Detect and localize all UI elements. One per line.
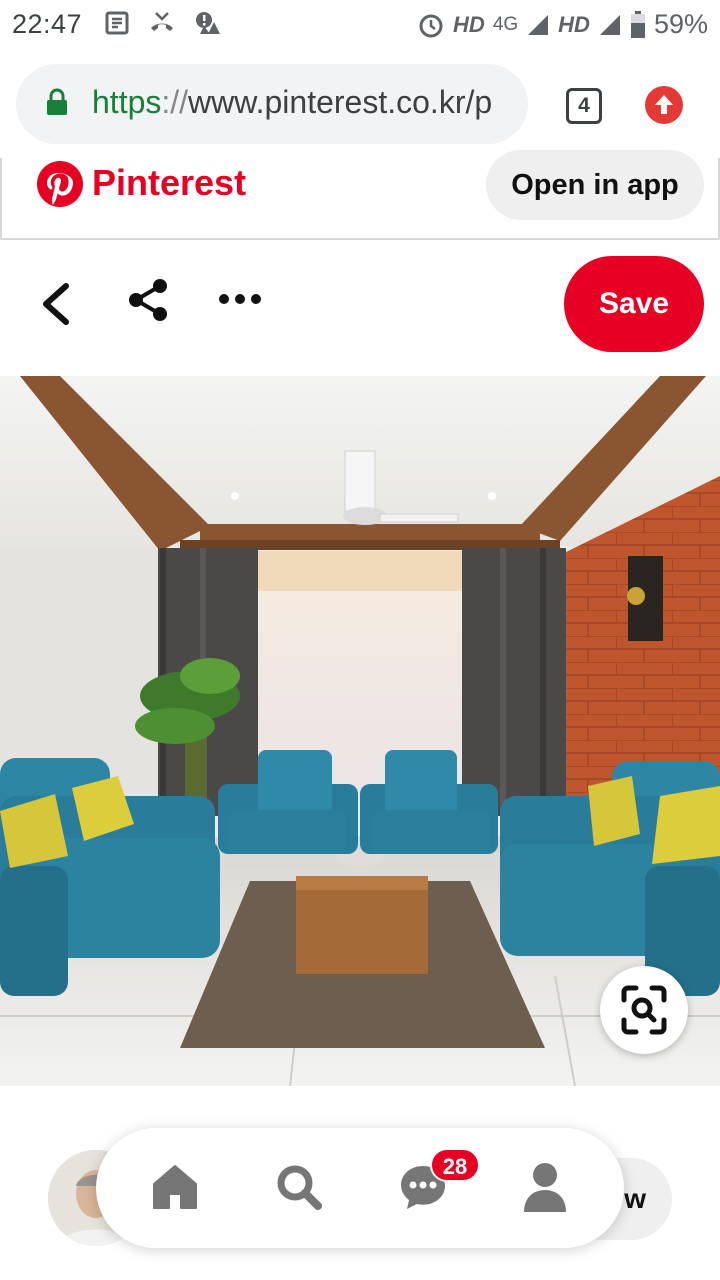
profile-icon[interactable] bbox=[522, 1162, 568, 1212]
network-label-1: HD bbox=[453, 11, 485, 37]
status-time: 22:47 bbox=[12, 9, 83, 39]
battery-icon bbox=[630, 10, 645, 38]
signal-icon bbox=[599, 14, 620, 35]
bottom-nav bbox=[96, 1128, 624, 1248]
visual-search-icon bbox=[621, 985, 667, 1035]
url-scheme: https bbox=[92, 84, 162, 120]
more-icon[interactable] bbox=[218, 292, 262, 306]
status-bar: 22:47 HD 4G HD 59% bbox=[0, 0, 720, 50]
browser-toolbar: https://www.pinterest.co.kr/p 4 bbox=[0, 50, 720, 158]
notification-icons bbox=[104, 10, 222, 36]
battery-percent: 59% bbox=[653, 9, 708, 39]
visual-search-button[interactable] bbox=[600, 966, 688, 1054]
upload-button[interactable] bbox=[645, 86, 683, 124]
network-label-2: HD bbox=[558, 11, 590, 37]
search-icon[interactable] bbox=[274, 1162, 324, 1212]
app-notification-icon bbox=[196, 12, 220, 34]
pinterest-mobile-page: 22:47 HD 4G HD 59% https://www.pinterest… bbox=[0, 0, 720, 1280]
status-right: HD 4G HD 59% bbox=[417, 9, 708, 40]
save-button[interactable]: Save bbox=[564, 256, 704, 352]
url-field[interactable]: https://www.pinterest.co.kr/p bbox=[16, 64, 528, 144]
pinterest-logo-icon bbox=[37, 161, 83, 207]
url-separator: :// bbox=[161, 84, 189, 120]
notification-badge: 28 bbox=[430, 1148, 480, 1182]
home-icon[interactable] bbox=[150, 1162, 200, 1212]
pin-action-bar: Save bbox=[0, 240, 720, 376]
back-icon[interactable] bbox=[38, 282, 74, 326]
share-icon[interactable] bbox=[126, 278, 170, 322]
pinterest-header: Pinterest Open in app bbox=[0, 150, 720, 240]
open-in-app-button[interactable]: Open in app bbox=[486, 150, 704, 220]
upload-icon bbox=[655, 95, 673, 114]
notes-icon bbox=[105, 11, 129, 35]
pinterest-wordmark: Pinterest bbox=[92, 162, 247, 203]
alarm-icon bbox=[419, 14, 443, 37]
missed-call-icon bbox=[151, 12, 173, 31]
network-type: 4G bbox=[492, 13, 519, 35]
url-text: https://www.pinterest.co.kr/p bbox=[92, 84, 492, 121]
lock-icon bbox=[47, 88, 67, 115]
signal-icon bbox=[528, 14, 549, 35]
tab-switcher-button[interactable]: 4 bbox=[566, 88, 602, 124]
url-host-path: www.pinterest.co.kr/p bbox=[188, 84, 493, 120]
